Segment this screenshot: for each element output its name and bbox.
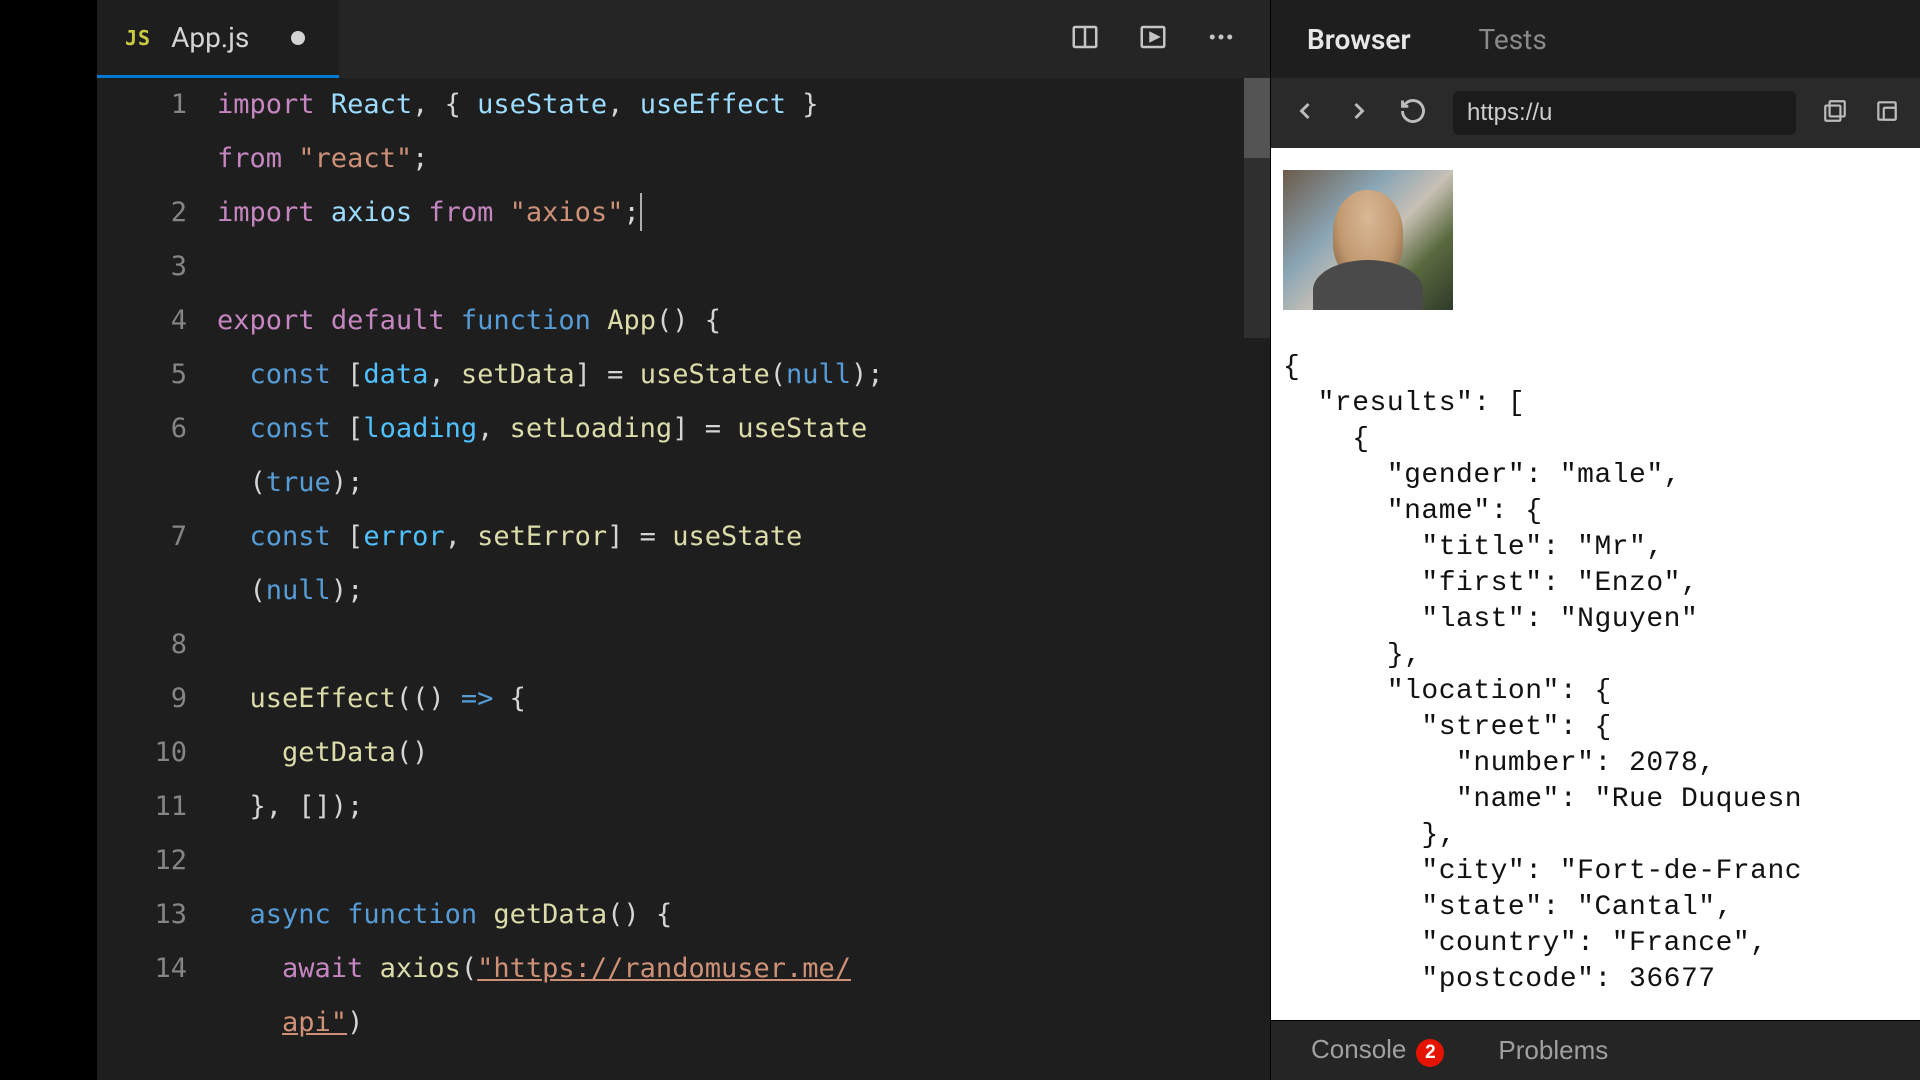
minimap-thumb[interactable] xyxy=(1244,78,1270,158)
ide-window: JS App.js 1 23456 7 891011121314 import … xyxy=(97,0,1920,1080)
minimap-scrollbar[interactable] xyxy=(1244,78,1270,338)
devtools-tabbar: Console 2 Problems xyxy=(1271,1020,1920,1080)
js-file-icon: JS xyxy=(125,26,151,50)
new-window-icon[interactable] xyxy=(1822,98,1848,128)
browser-viewport[interactable]: { "results": [ { "gender": "male", "name… xyxy=(1271,148,1920,1020)
preview-tabbar: Browser Tests xyxy=(1271,0,1920,78)
forward-icon[interactable] xyxy=(1345,97,1373,129)
editor-pane: JS App.js 1 23456 7 891011121314 import … xyxy=(97,0,1270,1080)
json-output: { "results": [ { "gender": "male", "name… xyxy=(1283,350,1908,998)
back-icon[interactable] xyxy=(1291,97,1319,129)
tab-problems[interactable]: Problems xyxy=(1498,1035,1608,1066)
editor-tab-appjs[interactable]: JS App.js xyxy=(97,0,339,78)
reload-icon[interactable] xyxy=(1399,97,1427,129)
more-icon[interactable] xyxy=(1206,22,1236,56)
console-label: Console xyxy=(1311,1034,1406,1064)
browser-toolbar: https://u xyxy=(1271,78,1920,148)
code-editor[interactable]: 1 23456 7 891011121314 import React, { u… xyxy=(97,78,1270,1080)
tab-filename: App.js xyxy=(171,21,249,54)
split-editor-icon[interactable] xyxy=(1070,22,1100,56)
editor-tabbar: JS App.js xyxy=(97,0,1270,78)
unsaved-dot-icon xyxy=(291,31,305,45)
open-external-icon[interactable] xyxy=(1874,98,1900,128)
tab-browser[interactable]: Browser xyxy=(1307,23,1411,56)
tab-tests[interactable]: Tests xyxy=(1479,23,1547,56)
url-value: https://u xyxy=(1467,99,1552,127)
preview-pane: Browser Tests https://u { "results": [ {… xyxy=(1270,0,1920,1080)
editor-tab-actions xyxy=(1070,22,1270,56)
avatar-image xyxy=(1283,170,1453,310)
preview-icon[interactable] xyxy=(1138,22,1168,56)
console-badge: 2 xyxy=(1416,1039,1444,1067)
line-number-gutter: 1 23456 7 891011121314 xyxy=(97,78,217,1080)
url-input[interactable]: https://u xyxy=(1453,91,1796,135)
tab-console[interactable]: Console 2 xyxy=(1311,1034,1444,1067)
code-content[interactable]: import React, { useState, useEffect } fr… xyxy=(217,78,1270,1080)
